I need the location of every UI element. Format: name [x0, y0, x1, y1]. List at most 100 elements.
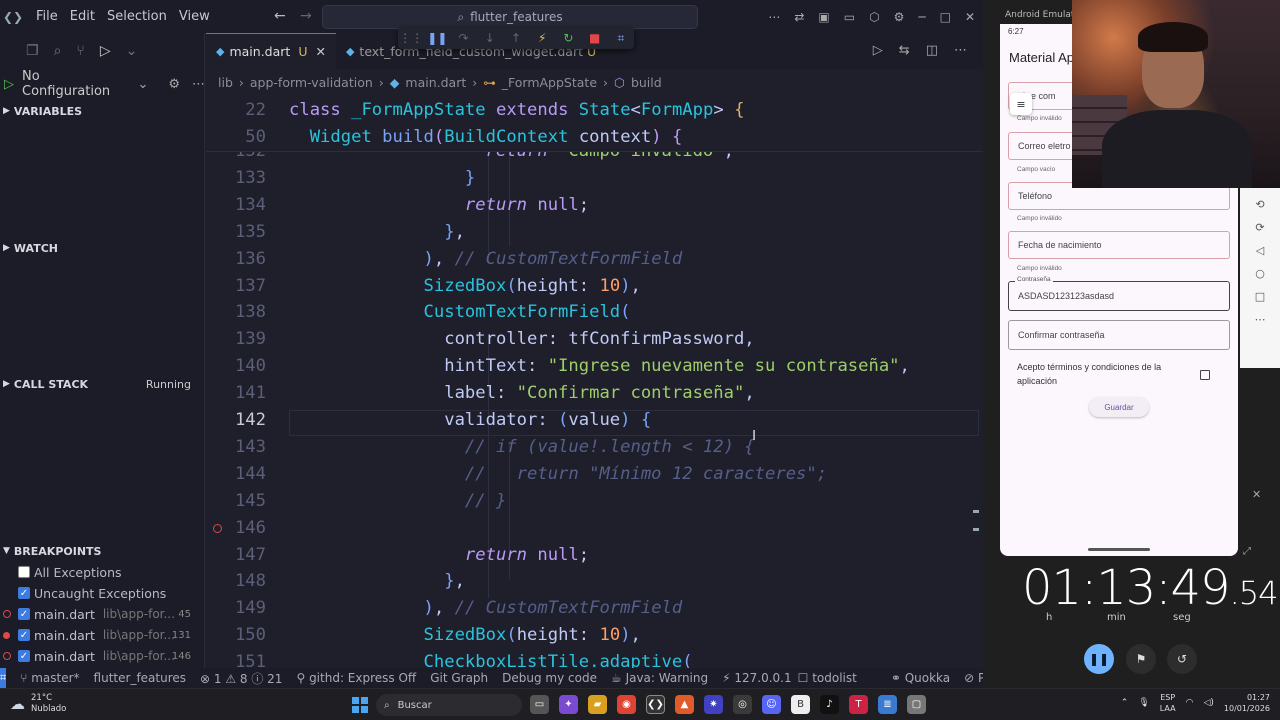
checkbox-checked[interactable]: ✓	[18, 587, 30, 599]
close-icon[interactable]: ✕	[965, 10, 975, 24]
minimize-icon[interactable]: ─	[918, 10, 925, 24]
tab-main-dart[interactable]: ◆ main.dart U ✕	[206, 33, 336, 69]
close-icon[interactable]: ✕	[1252, 488, 1261, 501]
host-status[interactable]: ⚡ 127.0.0.1	[722, 671, 792, 685]
save-button[interactable]: Guardar	[1089, 397, 1149, 417]
breadcrumb-item[interactable]: build	[631, 75, 662, 90]
line-number[interactable]: 133	[206, 168, 266, 188]
code-editor[interactable]: 22 class _FormAppState extends State<For…	[206, 98, 983, 668]
gear-icon[interactable]: ⚙	[168, 77, 180, 92]
line-number[interactable]: 145	[206, 491, 266, 511]
taskbar-search[interactable]: ⌕ Buscar	[376, 694, 522, 716]
search-sidebar-icon[interactable]: ⌕	[54, 43, 62, 59]
line-number[interactable]: 140	[206, 356, 266, 376]
lap-flag-button[interactable]: ⚑	[1126, 644, 1156, 674]
notes-icon[interactable]: ≣	[878, 695, 897, 714]
section-watch[interactable]: ▶ WATCH	[0, 238, 205, 258]
line-number[interactable]: 147	[206, 545, 266, 565]
hot-reload-icon[interactable]: ⚡	[529, 31, 555, 45]
section-breakpoints[interactable]: ▼ BREAKPOINTS	[0, 541, 205, 561]
line-number[interactable]: 135	[206, 222, 266, 242]
drag-handle-icon[interactable]: ⋮⋮	[398, 31, 424, 45]
githd-status[interactable]: ⚲ githd: Express Off	[296, 671, 416, 685]
line-number[interactable]: 150	[206, 625, 266, 645]
wifi-icon[interactable]: ◠	[1186, 698, 1194, 708]
quokka-button[interactable]: ⚭ Quokka	[891, 671, 950, 685]
run-config-select[interactable]: No Configuration	[22, 69, 131, 99]
mic-icon[interactable]: 🎙	[1138, 698, 1149, 708]
tab-close-icon[interactable]: ✕	[315, 44, 325, 59]
step-into-icon[interactable]: ↓	[477, 31, 503, 45]
chevron-up-icon[interactable]: ⌃	[1121, 698, 1129, 708]
vscode-taskbar-icon[interactable]: ❮❯	[646, 695, 665, 714]
app-icon[interactable]: B	[791, 695, 810, 714]
git-branch[interactable]: ⑂ master*	[20, 671, 79, 685]
line-number[interactable]: 139	[206, 329, 266, 349]
pause-button[interactable]: ❚❚	[1084, 644, 1114, 674]
checkbox-checked[interactable]: ✓	[18, 650, 30, 662]
terms-checkbox[interactable]	[1200, 370, 1210, 380]
source-control-icon[interactable]: ⑂	[76, 43, 84, 59]
compare-changes-icon[interactable]: ⇆	[899, 43, 910, 58]
line-number[interactable]: 138	[206, 302, 266, 322]
app-icon[interactable]: ✷	[704, 695, 723, 714]
problems-counter[interactable]: ⊗ 1 ⚠ 8 ⓘ 21	[200, 670, 282, 687]
start-debug-icon[interactable]: ▷	[4, 77, 14, 92]
copilot-icon[interactable]: ✦	[559, 695, 578, 714]
git-graph-button[interactable]: Git Graph	[430, 671, 488, 685]
java-status[interactable]: ☕ Java: Warning	[611, 671, 708, 685]
step-out-icon[interactable]: ↑	[503, 31, 529, 45]
more-icon[interactable]: ⋯	[768, 10, 780, 24]
checkbox[interactable]	[18, 566, 30, 578]
back-arrow-icon[interactable]: ←	[274, 8, 286, 24]
extension-icon[interactable]: ⬡	[869, 10, 879, 24]
home-indicator[interactable]	[1088, 548, 1150, 551]
more-icon[interactable]: ⋯	[954, 43, 967, 58]
split-editor-icon[interactable]: ◫	[926, 43, 938, 58]
step-over-icon[interactable]: ↷	[450, 31, 476, 45]
checkbox-checked[interactable]: ✓	[18, 629, 30, 641]
more-icon[interactable]: ⋯	[1255, 313, 1266, 326]
menu-view[interactable]: View	[179, 9, 210, 24]
pause-icon[interactable]: ❚❚	[424, 31, 450, 45]
overview-icon[interactable]: □	[1255, 290, 1265, 303]
more-icon[interactable]: ⋯	[192, 77, 205, 92]
breakpoint-item[interactable]: ✓ main.dart lib\app-for... 45	[0, 604, 205, 624]
section-variables[interactable]: ▶ VARIABLES	[0, 101, 205, 121]
line-number[interactable]: 141	[206, 383, 266, 403]
compare-icon[interactable]: ⇄	[794, 10, 804, 24]
toggle-sidebar-icon[interactable]: ▣	[818, 10, 829, 24]
explorer-icon[interactable]: ❐	[26, 43, 39, 59]
back-icon[interactable]: ◁	[1256, 244, 1264, 257]
menu-file[interactable]: File	[36, 9, 58, 24]
rotate-left-icon[interactable]: ⟲	[1255, 198, 1264, 211]
breadcrumb-item[interactable]: lib	[218, 75, 233, 90]
typescript-icon[interactable]: T	[849, 695, 868, 714]
section-call-stack[interactable]: ▶ CALL STACK Running	[0, 374, 205, 394]
confirm-password-field[interactable]: Confirmar contraseña	[1008, 320, 1230, 350]
line-number[interactable]: 136	[206, 249, 266, 269]
weather-widget[interactable]: ☁ 21°C Nublado	[10, 693, 66, 715]
menu-hamburger-icon[interactable]: ≡	[1010, 93, 1032, 115]
github-icon[interactable]: ◎	[733, 695, 752, 714]
breakpoint-item[interactable]: ✓ main.dart lib\app-for... 146	[0, 646, 205, 666]
tiktok-icon[interactable]: ♪	[820, 695, 839, 714]
debug-my-code-button[interactable]: Debug my code	[502, 671, 597, 685]
language-indicator[interactable]: ESP LAA	[1160, 692, 1176, 714]
command-center-search[interactable]: ⌕ flutter_features	[322, 5, 698, 29]
remote-icon[interactable]: ⌗	[0, 668, 7, 688]
taskbar-clock[interactable]: 01:27 10/01/2026	[1224, 692, 1270, 714]
inspect-icon[interactable]: ⌗	[608, 31, 634, 46]
breakpoint-hollow-icon[interactable]	[213, 523, 222, 533]
line-number[interactable]: 149	[206, 598, 266, 618]
checkbox-checked[interactable]: ✓	[18, 608, 30, 620]
chevron-down-icon[interactable]: ⌄	[137, 77, 148, 92]
stop-icon[interactable]: ■	[582, 31, 608, 45]
discord-icon[interactable]: ☺	[762, 695, 781, 714]
brave-icon[interactable]: ▲	[675, 695, 694, 714]
breakpoint-item[interactable]: ✓ main.dart lib\app-for... 131	[0, 625, 205, 645]
breadcrumb-item[interactable]: main.dart	[405, 75, 466, 90]
file-explorer-icon[interactable]: ▰	[588, 695, 607, 714]
maximize-icon[interactable]: □	[940, 10, 951, 24]
todolist-button[interactable]: ☐ todolist	[798, 671, 857, 685]
